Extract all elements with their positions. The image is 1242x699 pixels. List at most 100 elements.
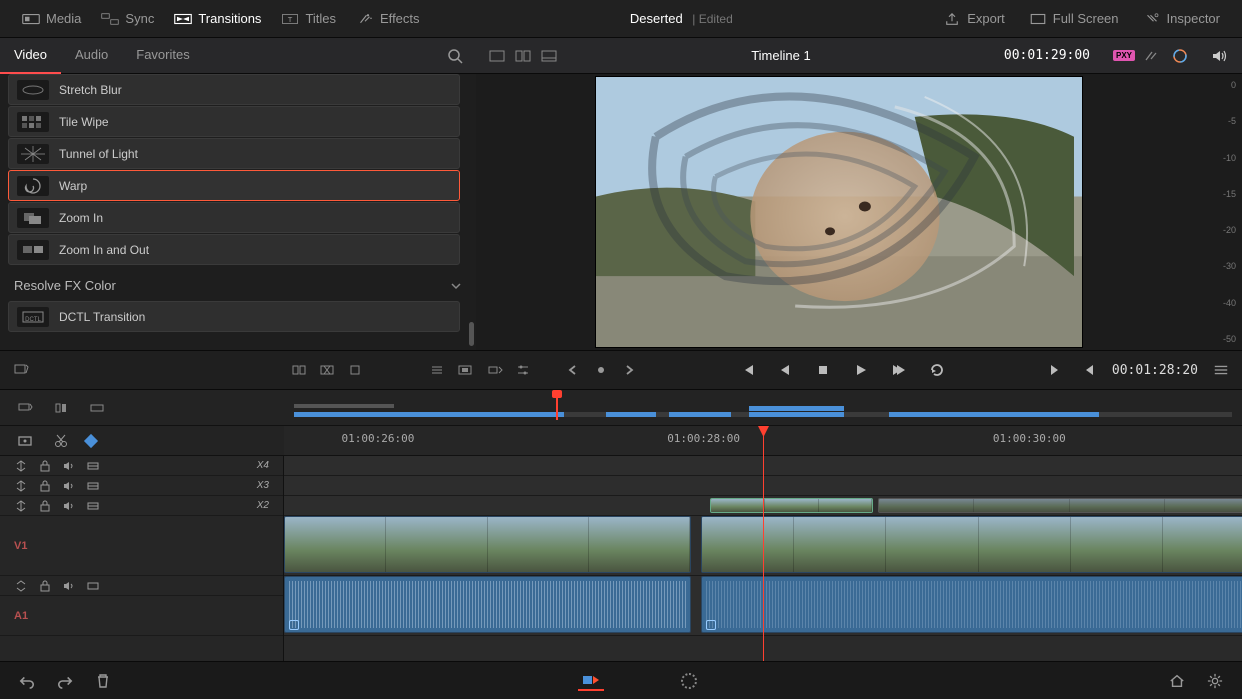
step-back-icon[interactable] (774, 359, 796, 381)
tool-effects[interactable]: Effects (346, 5, 430, 32)
razor-tool-icon[interactable] (50, 430, 72, 452)
mute-icon[interactable] (62, 479, 76, 493)
tool-sync[interactable]: Sync (91, 5, 164, 32)
track-header-v1[interactable]: V1 (0, 516, 283, 576)
timeline-name[interactable]: Timeline 1 (570, 48, 992, 63)
track-header-x2[interactable]: X2 (0, 496, 283, 516)
collapse-icon[interactable] (14, 579, 28, 593)
track-header-x4[interactable]: X4 (0, 456, 283, 476)
mute-icon[interactable] (62, 499, 76, 513)
fx-item-zoom-in[interactable]: Zoom In (8, 202, 460, 233)
tab-audio[interactable]: Audio (61, 37, 122, 74)
timeline-ruler[interactable]: 01:00:26:0001:00:28:0001:00:30:00 (284, 426, 1242, 455)
mute-icon[interactable] (62, 579, 76, 593)
proxy-badge[interactable]: PXY (1114, 48, 1134, 64)
layout-dual-icon[interactable] (512, 45, 534, 67)
auto-select-icon[interactable] (14, 479, 28, 493)
go-end-icon[interactable] (888, 359, 910, 381)
tool-inspector[interactable]: Inspector (1133, 5, 1230, 32)
lock-icon[interactable] (38, 479, 52, 493)
clip-v1-a[interactable] (284, 516, 691, 573)
tool-fullscreen[interactable]: Full Screen (1019, 5, 1129, 32)
clip-v2-b[interactable] (878, 498, 1242, 513)
play-icon[interactable] (850, 359, 872, 381)
tool-titles[interactable]: T Titles (271, 5, 346, 32)
timeline-overview[interactable] (284, 390, 1242, 425)
track-header-x3[interactable]: X3 (0, 476, 283, 496)
fx-item-tunnel-of-light[interactable]: Tunnel of Light (8, 138, 460, 169)
loop-icon[interactable] (926, 359, 948, 381)
layout-single-icon[interactable] (486, 45, 508, 67)
color-wheel-icon[interactable] (1170, 48, 1190, 64)
tl-tool-1-icon[interactable] (14, 397, 36, 419)
fx-item-warp[interactable]: Warp (8, 170, 460, 201)
next-edit-icon[interactable] (1044, 359, 1066, 381)
prev-edit-icon[interactable] (1078, 359, 1100, 381)
lock-icon[interactable] (38, 579, 52, 593)
scrollbar-thumb[interactable] (469, 322, 474, 346)
overwrite-icon[interactable] (454, 359, 476, 381)
viewer[interactable] (476, 74, 1202, 350)
undo-icon[interactable] (16, 670, 38, 692)
timecode-transport[interactable]: 00:01:28:20 (1112, 363, 1198, 378)
auto-select-icon[interactable] (14, 459, 28, 473)
fx-item-tile-wipe[interactable]: Tile Wipe (8, 106, 460, 137)
clip-a1-b[interactable] (701, 576, 1242, 633)
home-icon[interactable] (1166, 670, 1188, 692)
bypass-fx-icon[interactable] (1142, 48, 1162, 64)
layout-filmstrip-icon[interactable] (538, 45, 560, 67)
insert-icon[interactable] (426, 359, 448, 381)
trim-mode-icon[interactable] (288, 359, 310, 381)
music-note-icon[interactable] (10, 359, 32, 381)
overview-playhead[interactable] (556, 394, 558, 420)
menu-icon[interactable] (1210, 359, 1232, 381)
gear-icon[interactable] (1204, 670, 1226, 692)
lock-icon[interactable] (38, 499, 52, 513)
track-view-icon[interactable] (86, 579, 100, 593)
clip-marker-icon[interactable] (706, 620, 716, 630)
fx-group-resolve-color[interactable]: Resolve FX Color (0, 266, 476, 301)
tool-media[interactable]: Media (12, 5, 91, 32)
timecode-display-top[interactable]: 00:01:29:00 (992, 48, 1102, 63)
track-header-a1[interactable]: A1 (0, 596, 283, 636)
tool-export[interactable]: Export (933, 5, 1015, 32)
track-view-icon[interactable] (86, 479, 100, 493)
tool-transitions[interactable]: Transitions (164, 5, 271, 32)
tab-video[interactable]: Video (0, 37, 61, 74)
page-cut-icon[interactable] (578, 671, 604, 691)
selection-tool-icon[interactable] (14, 430, 36, 452)
search-button[interactable] (434, 48, 476, 64)
prev-marker-icon[interactable] (562, 359, 584, 381)
trash-icon[interactable] (92, 670, 114, 692)
slip-mode-icon[interactable] (344, 359, 366, 381)
marker-dot-icon[interactable] (590, 359, 612, 381)
timeline-playhead[interactable] (763, 426, 764, 635)
volume-icon[interactable] (1210, 48, 1230, 64)
ripple-mode-icon[interactable] (316, 359, 338, 381)
mute-icon[interactable] (62, 459, 76, 473)
effects-panel: Stretch BlurTile WipeTunnel of LightWarp… (0, 74, 476, 350)
track-view-icon[interactable] (86, 499, 100, 513)
page-loading-icon[interactable] (676, 671, 702, 691)
auto-select-icon[interactable] (14, 499, 28, 513)
fx-item-dctl-transition[interactable]: DCTLDCTL Transition (8, 301, 460, 332)
next-marker-icon[interactable] (618, 359, 640, 381)
tl-tool-2-icon[interactable] (50, 397, 72, 419)
clip-v1-b[interactable] (701, 516, 1242, 573)
fx-item-zoom-in-and-out[interactable]: Zoom In and Out (8, 234, 460, 265)
append-icon[interactable] (484, 359, 506, 381)
track-header-controls[interactable] (0, 576, 283, 596)
tl-tool-3-icon[interactable] (86, 397, 108, 419)
lock-icon[interactable] (38, 459, 52, 473)
clip-marker-icon[interactable] (289, 620, 299, 630)
clip-a1-a[interactable] (284, 576, 691, 633)
snap-toggle-icon[interactable] (84, 433, 98, 447)
redo-icon[interactable] (54, 670, 76, 692)
settings-sliders-icon[interactable] (512, 359, 534, 381)
stop-icon[interactable] (812, 359, 834, 381)
track-view-icon[interactable] (86, 459, 100, 473)
fx-item-stretch-blur[interactable]: Stretch Blur (8, 74, 460, 105)
tab-favorites[interactable]: Favorites (122, 37, 203, 74)
go-start-icon[interactable] (736, 359, 758, 381)
clip-v2[interactable] (710, 498, 873, 513)
